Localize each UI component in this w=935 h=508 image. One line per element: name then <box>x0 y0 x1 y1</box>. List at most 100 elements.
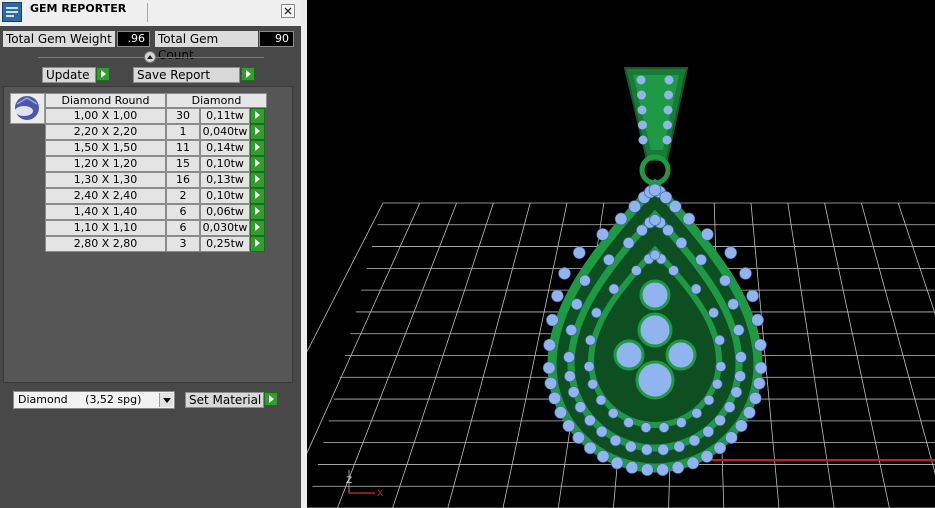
gem-stone <box>732 324 745 336</box>
row-play-icon[interactable] <box>250 140 265 156</box>
gem-stone <box>682 212 696 226</box>
gem-stone <box>657 443 670 456</box>
gem-stone <box>702 425 715 438</box>
gem-weight-cell: 0,11tw <box>200 108 250 124</box>
gem-size-cell: 1,00 X 1,00 <box>45 108 166 124</box>
gem-size-cell: 2,20 X 2,20 <box>45 124 166 140</box>
gem-stone <box>742 406 756 419</box>
gem-stone <box>735 351 747 363</box>
update-button[interactable]: Update <box>42 67 96 83</box>
row-play-icon[interactable] <box>250 220 265 236</box>
row-play-icon[interactable] <box>250 108 265 124</box>
gem-stone <box>640 463 654 477</box>
gem-count-cell: 6 <box>166 220 200 236</box>
gem-stone <box>551 289 564 303</box>
gem-stone <box>708 307 719 319</box>
save-report-button[interactable]: Save Report <box>133 67 240 83</box>
gem-stone <box>565 324 578 336</box>
gem-stone <box>648 183 662 197</box>
gem-stone <box>548 391 561 405</box>
gem-stone <box>624 440 637 453</box>
gem-stone <box>711 378 723 390</box>
gem-stone <box>754 338 767 352</box>
gem-stone <box>730 386 743 398</box>
3d-viewport[interactable]: Z X <box>307 0 935 508</box>
gem-thumbnail[interactable] <box>10 93 45 124</box>
gem-stone <box>715 361 727 372</box>
material-dropdown[interactable]: Diamond (3,52 spg) <box>13 391 175 409</box>
set-material-button-label: Set Material <box>189 393 262 407</box>
update-play-icon[interactable] <box>96 67 110 81</box>
bail-gem <box>663 105 673 115</box>
row-play-icon[interactable] <box>250 188 265 204</box>
gem-stone <box>546 313 559 327</box>
center-gem <box>635 360 675 400</box>
total-gem-count-label: Total Gem Count <box>155 31 258 62</box>
axis-gizmo: Z X <box>346 470 383 499</box>
pendant-model[interactable] <box>542 67 768 477</box>
header-diamond: Diamond <box>166 93 267 108</box>
gem-stone <box>608 283 620 295</box>
gem-stone <box>585 334 596 346</box>
viewport-canvas[interactable]: Z X <box>307 0 935 508</box>
gem-weight-cell: 0,14tw <box>200 140 250 156</box>
center-gem <box>637 312 673 348</box>
collapse-button[interactable] <box>144 51 156 63</box>
axis-x-label: X <box>377 489 383 499</box>
gem-stone <box>614 212 628 226</box>
dropdown-arrow-icon[interactable] <box>159 393 173 407</box>
gem-stone <box>668 265 679 276</box>
bail-gem <box>664 75 674 85</box>
close-button[interactable] <box>281 4 295 18</box>
gem-stone <box>675 417 687 428</box>
gem-stone <box>746 289 759 303</box>
gem-count-cell: 16 <box>166 172 200 188</box>
gem-size-cell: 1,50 X 1,50 <box>45 140 166 156</box>
gem-stone <box>625 461 639 474</box>
gem-stone <box>596 228 610 241</box>
gem-stone <box>691 407 703 419</box>
title-bar[interactable]: GEM REPORTER <box>0 0 301 26</box>
gem-stone <box>607 407 619 419</box>
gem-stone <box>610 456 624 470</box>
gem-stone <box>714 334 725 346</box>
row-play-icon[interactable] <box>250 124 265 140</box>
save-report-play-icon[interactable] <box>241 67 255 81</box>
row-play-icon[interactable] <box>250 204 265 220</box>
gem-stone <box>734 419 748 433</box>
row-play-icon[interactable] <box>250 156 265 172</box>
gem-size-cell: 1,20 X 1,20 <box>45 156 166 172</box>
total-gem-weight-label: Total Gem Weight <box>3 31 115 47</box>
set-material-play-icon[interactable] <box>264 392 278 406</box>
center-gem <box>613 339 645 371</box>
gem-stone <box>754 361 768 375</box>
gem-stone <box>595 425 608 438</box>
close-icon <box>284 7 292 15</box>
gem-stone <box>563 351 575 363</box>
gem-stone <box>656 463 670 477</box>
gem-reporter-panel: GEM REPORTER Total Gem Weight .96 Total … <box>0 0 301 508</box>
gem-stone <box>686 456 700 470</box>
gem-weight-cell: 0,030tw <box>200 220 250 236</box>
gem-count-cell: 6 <box>166 204 200 220</box>
gem-stone <box>564 370 576 383</box>
row-play-icon[interactable] <box>250 172 265 188</box>
gem-stone <box>544 376 558 390</box>
material-selected-value: Diamond (3,52 spg) <box>18 393 142 406</box>
gem-stone <box>695 253 707 266</box>
row-play-icon[interactable] <box>250 236 265 252</box>
gem-stone <box>584 414 596 427</box>
gem-stone <box>649 214 661 226</box>
set-material-button[interactable]: Set Material <box>185 392 264 408</box>
gem-stone <box>713 441 727 455</box>
gem-stone <box>734 370 746 383</box>
gem-stone <box>659 191 673 204</box>
gem-stone <box>658 422 670 433</box>
axis-z-label: Z <box>346 476 352 486</box>
gem-weight-cell: 0,13tw <box>200 172 250 188</box>
gem-stone <box>640 443 653 456</box>
gem-size-cell: 2,40 X 2,40 <box>45 188 166 204</box>
collapse-icon <box>147 55 153 59</box>
gem-stone <box>724 246 738 259</box>
title-divider <box>147 3 148 22</box>
